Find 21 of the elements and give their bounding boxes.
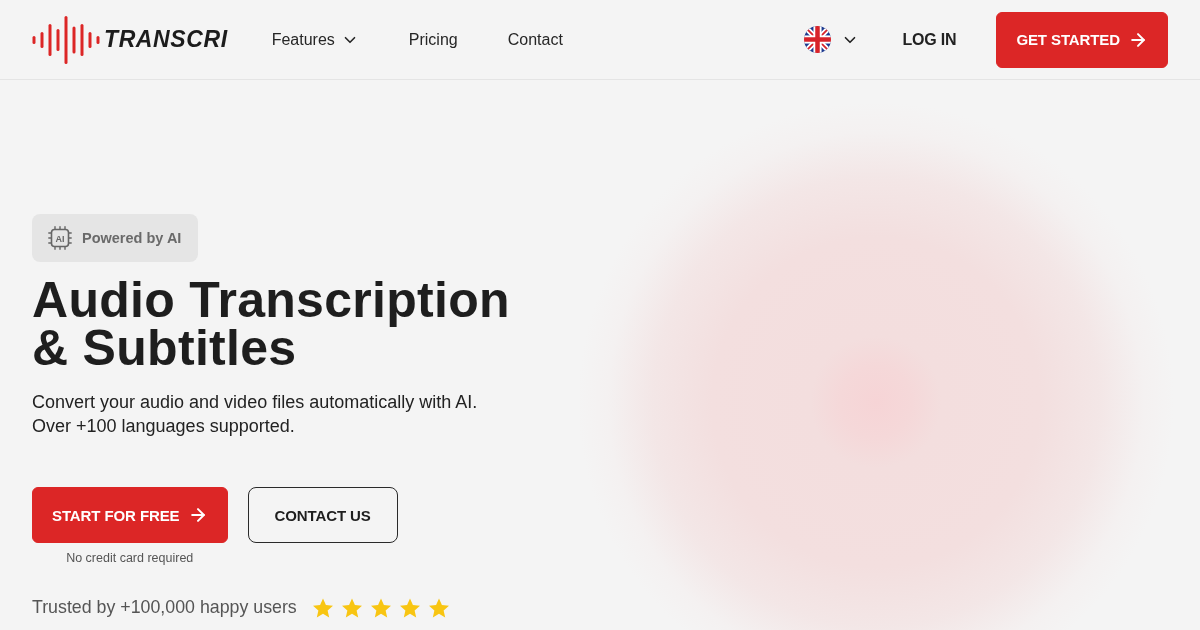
ai-chip-icon: AI bbox=[48, 226, 72, 250]
brand-wordmark: TRANSCRI bbox=[104, 28, 228, 51]
star-icon bbox=[399, 597, 420, 618]
star-icon bbox=[370, 597, 391, 618]
nav-link[interactable]: Pricing bbox=[408, 30, 458, 49]
get-started-button[interactable]: GET STARTED bbox=[996, 11, 1168, 68]
trust-text: Trusted by +100,000 happy users bbox=[32, 597, 297, 618]
flag-icon bbox=[804, 26, 832, 53]
no-card-note: No credit card required bbox=[66, 551, 194, 565]
nav-link[interactable]: Features bbox=[271, 30, 359, 49]
hero-description: Convert your audio and video files automatically with AI. Over +100 languages supported. bbox=[32, 391, 478, 438]
star-icon bbox=[428, 597, 449, 618]
start-button[interactable]: START FOR FREE bbox=[32, 487, 228, 543]
sound-wave-icon bbox=[32, 14, 100, 65]
nav-link[interactable]: Contact bbox=[507, 30, 563, 49]
login-link[interactable]: LOG IN bbox=[902, 30, 957, 49]
contact-button[interactable]: CONTACT US bbox=[247, 487, 398, 543]
badge-label: Powered by AI bbox=[82, 230, 182, 246]
hero-title: Audio Transcription & Subtitles bbox=[32, 276, 510, 372]
star-icon bbox=[312, 597, 333, 618]
star-icon bbox=[341, 597, 362, 618]
